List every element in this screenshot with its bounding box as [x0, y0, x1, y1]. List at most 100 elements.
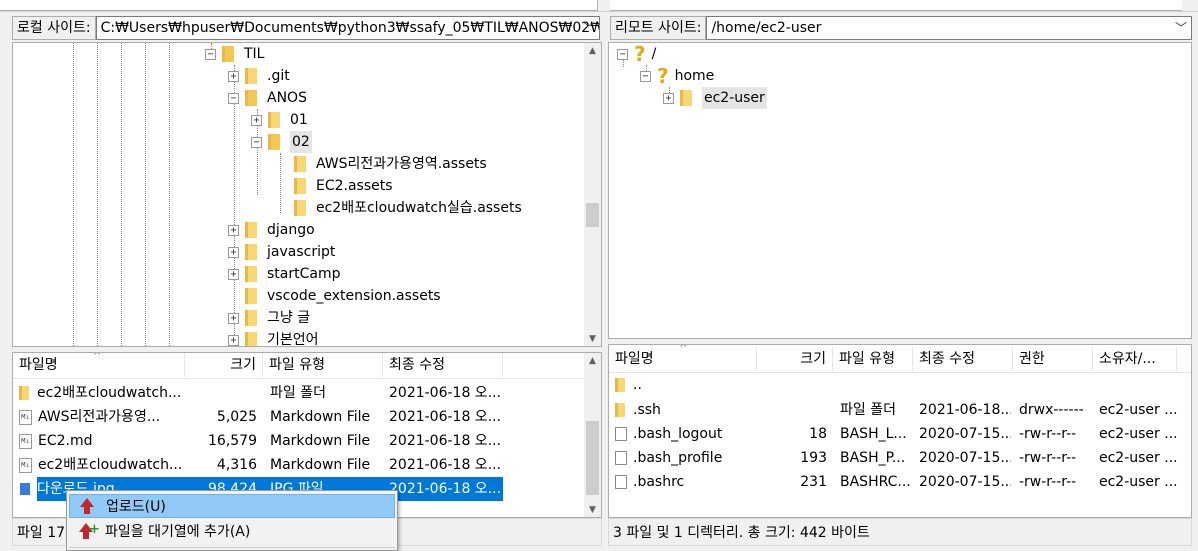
file-name-cell[interactable]: .. — [615, 373, 755, 397]
menu-item-upload[interactable]: 업로드(U) — [69, 494, 395, 518]
folder-icon — [268, 112, 280, 128]
local-tree-item-startcamp[interactable]: + startCamp — [228, 263, 341, 285]
file-size-cell — [757, 398, 827, 422]
expand-icon[interactable]: + — [251, 114, 262, 126]
file-type-cell: 파일 폴더 — [270, 385, 326, 401]
file-type-cell: Markdown File — [270, 409, 371, 425]
scroll-down-icon[interactable]: ▼ — [584, 502, 601, 517]
column-header-type[interactable]: 파일 유형 — [833, 347, 913, 371]
local-tree-item-django[interactable]: + django — [228, 219, 315, 241]
local-tree-item-ec2-assets[interactable]: EC2.assets — [294, 175, 393, 197]
scroll-up-icon[interactable]: ▲ — [584, 43, 601, 60]
file-icon — [615, 475, 627, 489]
remote-file-list[interactable]: 파일명 ^ 크기 파일 유형 최종 수정 권한 소유자/... .. .ssh … — [608, 344, 1192, 518]
tree-item-label: django — [267, 222, 315, 238]
file-size-cell: 4,316 — [216, 457, 257, 473]
file-modified-cell: 2021-06-18 오... — [389, 481, 502, 497]
top-panel-edge — [0, 0, 1198, 12]
column-header-permissions[interactable]: 권한 — [1013, 347, 1093, 371]
local-tree-item-basic-language[interactable]: + 기본언어 — [228, 329, 319, 347]
plus-icon: + — [89, 522, 100, 537]
column-header-modified[interactable]: 최종 수정 — [383, 353, 503, 377]
folder-icon — [245, 288, 257, 304]
scroll-thumb[interactable] — [586, 421, 599, 495]
file-name-cell[interactable]: ec2배포cloudwatch... — [19, 381, 183, 405]
scroll-up-icon[interactable]: ▲ — [584, 353, 601, 370]
file-name-cell[interactable]: .bashrc — [615, 470, 755, 494]
file-name: ec2배포cloudwatch... — [37, 385, 182, 401]
local-tree-item-vscode-assets[interactable]: vscode_extension.assets — [245, 285, 441, 307]
file-name-cell[interactable]: .bash_logout — [615, 422, 755, 446]
scroll-thumb[interactable] — [586, 203, 599, 227]
folder-icon — [245, 310, 257, 326]
local-tree-item-anos[interactable]: − ANOS — [228, 87, 307, 109]
remote-tree-item-ec2-user[interactable]: + ec2-user — [663, 87, 767, 109]
folder-icon — [615, 403, 625, 417]
local-tree-item-cloudwatch-assets[interactable]: ec2배포cloudwatch실습.assets — [294, 197, 522, 219]
remote-list-header: 파일명 ^ 크기 파일 유형 최종 수정 권한 소유자/... — [609, 345, 1191, 373]
tree-item-label: / — [651, 46, 657, 62]
expand-icon[interactable]: + — [228, 70, 239, 82]
expand-icon[interactable]: + — [228, 268, 239, 280]
file-name-cell[interactable]: .ssh — [615, 398, 755, 422]
column-header-size[interactable]: 크기 — [757, 347, 833, 371]
file-name-cell[interactable]: .bash_profile — [615, 446, 755, 470]
expand-icon[interactable]: + — [228, 312, 239, 324]
remote-tree-item-home[interactable]: −? home — [640, 65, 714, 87]
collapse-icon[interactable]: − — [617, 48, 628, 60]
collapse-icon[interactable]: − — [205, 48, 216, 60]
folder-icon — [222, 46, 234, 62]
expand-icon[interactable]: + — [228, 246, 239, 258]
folder-icon — [245, 90, 257, 106]
column-header-size[interactable]: 크기 — [185, 353, 263, 377]
markdown-file-icon: M↓ — [19, 433, 32, 449]
expand-icon[interactable]: + — [228, 334, 239, 346]
file-modified-cell: 2021-06-18 오... — [389, 457, 502, 473]
remote-tree-panel[interactable]: −? / −? home + ec2-user — [608, 42, 1192, 339]
collapse-icon[interactable]: − — [251, 136, 262, 148]
local-tree-panel[interactable]: − TIL + .git − ANOS +01 − 02 AWS리전과가용영역.asse… — [12, 42, 602, 347]
file-modified-cell: 2020-07-15... — [919, 474, 1011, 490]
local-tree-item-01[interactable]: +01 — [251, 109, 308, 131]
collapse-icon[interactable]: − — [640, 70, 651, 82]
local-path-input[interactable]: C:₩Users₩hpuser₩Documents₩python3₩ssafy_… — [95, 16, 600, 40]
file-name-cell[interactable]: M↓ EC2.md — [19, 429, 183, 453]
tree-item-label: vscode_extension.assets — [267, 288, 441, 304]
remote-path-input[interactable]: /home/ec2-user ﹀ — [706, 16, 1192, 40]
file-name: AWS리전과가용영... — [38, 409, 161, 425]
tree-item-label: home — [674, 68, 715, 84]
unknown-folder-icon: ? — [657, 64, 669, 88]
local-tree-item-aws-assets[interactable]: AWS리전과가용영역.assets — [294, 153, 487, 175]
chevron-down-icon[interactable]: ﹀ — [583, 17, 595, 39]
folder-icon — [245, 332, 257, 346]
local-tree-item-til[interactable]: − TIL — [205, 43, 264, 65]
file-name-cell[interactable]: M↓ AWS리전과가용영... — [19, 405, 183, 429]
remote-tree-item-root[interactable]: −? / — [617, 43, 656, 65]
folder-icon — [19, 386, 29, 400]
remote-site-label: 리모트 사이트: — [610, 16, 707, 40]
file-name: .bashrc — [633, 474, 685, 490]
local-tree-item-02[interactable]: − 02 — [251, 131, 312, 153]
scroll-down-icon[interactable]: ▼ — [584, 331, 601, 346]
local-list-header: 파일명 ^ 크기 파일 유형 최종 수정 — [13, 352, 601, 379]
file-name: .bash_logout — [633, 426, 723, 442]
chevron-down-icon[interactable]: ﹀ — [1175, 17, 1187, 39]
local-tree-item-javascript[interactable]: + javascript — [228, 241, 335, 263]
column-header-type[interactable]: 파일 유형 — [263, 353, 383, 377]
expand-icon[interactable]: + — [663, 92, 674, 104]
tree-item-label: javascript — [267, 244, 336, 260]
tree-item-label: 기본언어 — [267, 332, 319, 347]
local-tree-item-just-writing[interactable]: + 그냥 글 — [228, 307, 310, 329]
file-modified-cell: 2021-06-18 오... — [389, 409, 502, 425]
file-name-cell[interactable]: M↓ ec2배포cloudwatch... — [19, 453, 183, 477]
column-header-modified[interactable]: 최종 수정 — [913, 347, 1013, 371]
column-header-owner[interactable]: 소유자/... — [1093, 347, 1177, 371]
local-tree-scrollbar[interactable]: ▲ ▼ — [584, 43, 601, 346]
collapse-icon[interactable]: − — [228, 92, 239, 104]
expand-icon[interactable]: + — [228, 224, 239, 236]
file-modified-cell: 2021-06-18 오... — [389, 433, 502, 449]
local-tree-item-git[interactable]: + .git — [228, 65, 290, 87]
sort-ascending-icon: ^ — [93, 352, 102, 362]
local-list-scrollbar[interactable]: ▲ ▼ — [584, 353, 601, 517]
menu-item-add-to-queue[interactable]: + 파일을 대기열에 추가(A) — [69, 520, 395, 544]
